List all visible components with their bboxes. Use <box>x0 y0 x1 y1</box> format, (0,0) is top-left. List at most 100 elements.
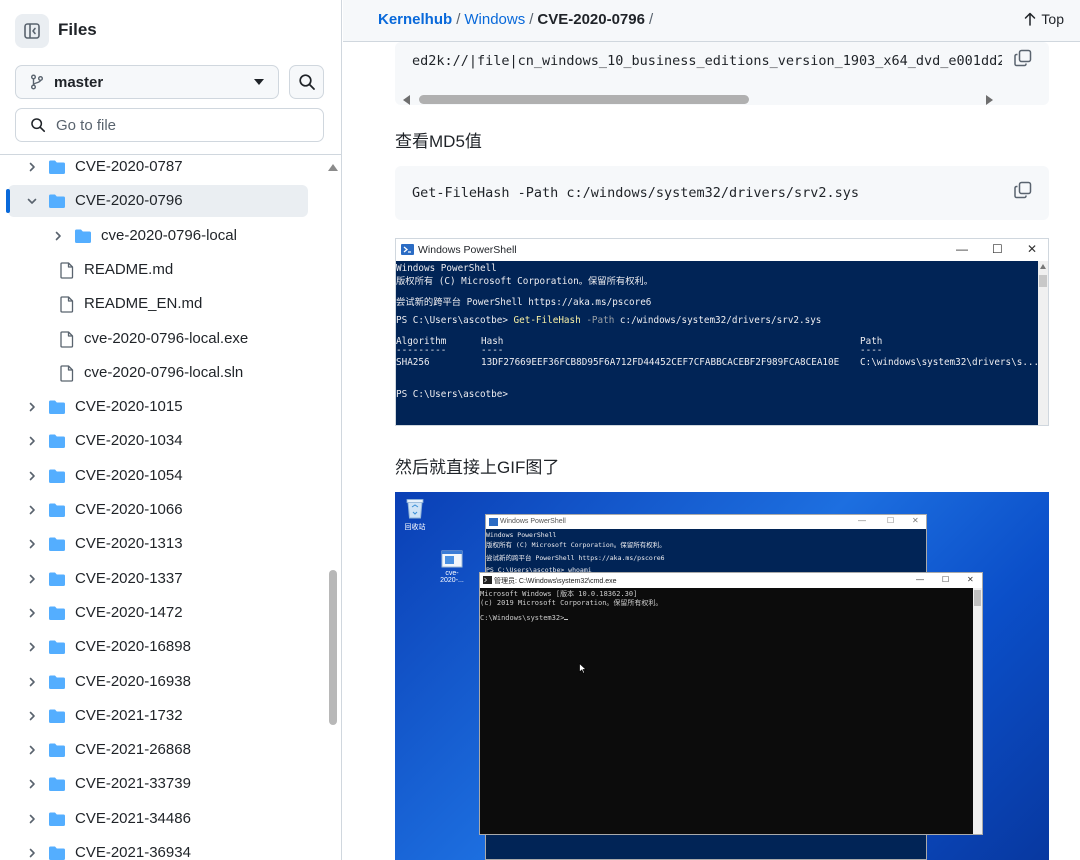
chevron-right-icon[interactable] <box>26 538 38 550</box>
recycle-bin-label: 回收站 <box>404 524 426 531</box>
folder-icon <box>48 639 66 655</box>
chevron-right-icon[interactable] <box>26 435 38 447</box>
tree-file-readme-md[interactable]: README.md <box>8 254 308 286</box>
tree-file-cve-2020-0796-local-exe[interactable]: cve-2020-0796-local.exe <box>8 323 308 355</box>
git-branch-icon <box>31 74 43 90</box>
scroll-right-arrow-icon[interactable] <box>986 95 993 105</box>
breadcrumb-separator: / <box>529 11 534 28</box>
row-path: C:\windows\system32\drivers\s... <box>860 357 1040 368</box>
code-horizontal-scrollbar[interactable] <box>401 92 995 106</box>
tree-folder-cve-2020-16938[interactable]: CVE-2020-16938 <box>8 666 308 698</box>
tree-folder-cve-2020-1066[interactable]: CVE-2020-1066 <box>8 494 308 526</box>
branch-selector[interactable]: master <box>15 65 279 99</box>
chevron-right-icon[interactable] <box>26 504 38 516</box>
code-scrollbar-thumb[interactable] <box>419 95 749 104</box>
folder-icon <box>48 845 66 860</box>
chevron-right-icon[interactable] <box>26 161 38 173</box>
tree-folder-cve-2020-0787[interactable]: CVE-2020-0787 <box>8 155 308 183</box>
sidebar-title: Files <box>58 20 97 39</box>
tree-folder-cve-2020-1337[interactable]: CVE-2020-1337 <box>8 563 308 595</box>
tree-folder-cve-2021-26868[interactable]: CVE-2021-26868 <box>8 734 308 766</box>
cmd-prompt: C:\Windows\system32> <box>480 614 565 622</box>
powershell-title: Windows PowerShell <box>418 244 517 256</box>
chevron-right-icon[interactable] <box>26 573 38 585</box>
maximize-icon: ☐ <box>887 516 895 525</box>
chevron-right-icon[interactable] <box>26 813 38 825</box>
chevron-right-icon[interactable] <box>26 710 38 722</box>
application-icon <box>441 550 463 568</box>
file-icon <box>60 365 78 382</box>
chevron-right-icon[interactable] <box>52 230 64 242</box>
copy-button[interactable] <box>1013 48 1033 68</box>
tree-file-cve-2020-0796-local-sln[interactable]: cve-2020-0796-local.sln <box>8 357 308 389</box>
tree-item-label: CVE-2020-1337 <box>75 569 183 587</box>
sidebar-collapse-icon <box>24 23 40 39</box>
branch-name: master <box>54 73 104 91</box>
scroll-up-arrow-icon <box>1040 264 1046 269</box>
tree-item-label: CVE-2021-26868 <box>75 741 191 759</box>
sidebar-scrollbar-thumb[interactable] <box>329 570 337 725</box>
folder-icon <box>48 399 66 415</box>
caret-down-icon <box>254 79 264 85</box>
tree-folder-cve-2020-1054[interactable]: CVE-2020-1054 <box>8 460 308 492</box>
tree-item-label: CVE-2020-16898 <box>75 638 191 656</box>
tree-folder-cve-2020-1472[interactable]: CVE-2020-1472 <box>8 597 308 629</box>
cmd-icon <box>483 576 492 584</box>
tree-folder-cve-2020-0796-local[interactable]: cve-2020-0796-local <box>8 220 308 252</box>
breadcrumb-repo-link[interactable]: Kernelhub <box>378 11 452 28</box>
tree-item-label: README.md <box>84 260 174 278</box>
chevron-right-icon[interactable] <box>26 401 38 413</box>
folder-icon <box>48 193 66 209</box>
close-icon: ✕ <box>912 516 919 525</box>
chevron-right-icon[interactable] <box>26 778 38 790</box>
tree-folder-cve-2021-36934[interactable]: CVE-2021-36934 <box>8 837 308 860</box>
breadcrumb-folder-link[interactable]: Windows <box>464 11 525 28</box>
scroll-up-arrow-icon[interactable] <box>328 164 338 171</box>
minimize-icon: — <box>916 575 924 584</box>
scroll-left-arrow-icon[interactable] <box>403 95 410 105</box>
recycle-bin-desktop-icon: 回收站 <box>398 496 432 532</box>
sidebar-scrollbar[interactable] <box>326 155 340 860</box>
search-files-button[interactable] <box>289 65 324 99</box>
powershell-console: Windows PowerShell 版权所有 (C) Microsoft Co… <box>396 261 1040 425</box>
powershell-scrollbar-thumb <box>1039 275 1047 287</box>
folder-icon <box>48 605 66 621</box>
file-icon <box>60 262 78 279</box>
tree-folder-cve-2020-1313[interactable]: CVE-2020-1313 <box>8 528 308 560</box>
folder-icon <box>48 776 66 792</box>
tree-folder-cve-2020-16898[interactable]: CVE-2020-16898 <box>8 631 308 663</box>
chevron-right-icon[interactable] <box>26 607 38 619</box>
chevron-right-icon[interactable] <box>26 470 38 482</box>
chevron-down-icon[interactable] <box>26 195 38 207</box>
tree-item-label: CVE-2021-1732 <box>75 706 183 724</box>
close-icon: ✕ <box>1027 242 1038 256</box>
copy-icon <box>1014 181 1032 199</box>
tree-folder-cve-2020-1015[interactable]: CVE-2020-1015 <box>8 391 308 423</box>
console-line: 尝试新的跨平台 PowerShell https://aka.ms/pscore… <box>396 297 652 308</box>
cmd-window: 管理员: C:\Windows\system32\cmd.exe — ☐ ✕ M… <box>479 572 983 835</box>
go-to-file-input[interactable]: Go to file <box>15 108 324 142</box>
chevron-right-icon[interactable] <box>26 744 38 756</box>
file-tree-sidebar: Files master Go to file CVE-2020-0787 CV… <box>0 0 342 860</box>
folder-icon <box>48 571 66 587</box>
tree-folder-cve-2021-33739[interactable]: CVE-2021-33739 <box>8 768 308 800</box>
tree-folder-cve-2020-1034[interactable]: CVE-2020-1034 <box>8 425 308 457</box>
chevron-right-icon[interactable] <box>26 676 38 688</box>
chevron-right-icon[interactable] <box>26 847 38 859</box>
tree-folder-cve-2021-34486[interactable]: CVE-2021-34486 <box>8 803 308 835</box>
tree-item-label: CVE-2020-1034 <box>75 432 183 450</box>
go-to-file-placeholder: Go to file <box>56 116 117 134</box>
tree-folder-cve-2020-0796[interactable]: CVE-2020-0796 <box>6 185 308 218</box>
tree-file-readme-en-md[interactable]: README_EN.md <box>8 288 308 320</box>
tree-folder-cve-2021-1732[interactable]: CVE-2021-1732 <box>8 700 308 732</box>
copy-button[interactable] <box>1013 180 1033 200</box>
chevron-right-icon[interactable] <box>26 641 38 653</box>
collapse-sidebar-button[interactable] <box>15 14 49 48</box>
back-to-top-button[interactable]: Top <box>1024 11 1064 27</box>
search-icon <box>31 118 46 133</box>
desktop-gif: 回收站 cve-2020-... Windows PowerShell — ☐ … <box>395 492 1049 860</box>
exe-desktop-icon: cve-2020-... <box>435 550 469 584</box>
console-arg: c:/windows/system32/drivers/srv2.sys <box>619 315 822 326</box>
cmd-scrollbar-thumb <box>974 590 981 606</box>
recycle-bin-icon <box>406 499 424 519</box>
